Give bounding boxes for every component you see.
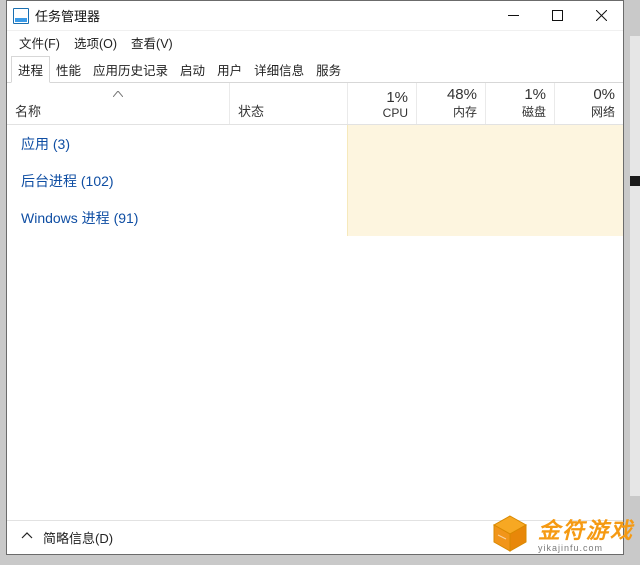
col-header-disk[interactable]: 1% 磁盘	[485, 83, 554, 124]
tab-app-history[interactable]: 应用历史记录	[87, 57, 174, 82]
group-apps[interactable]: 应用 (3)	[7, 125, 623, 162]
task-manager-window: 任务管理器 文件(F) 选项(O) 查看(V) 进程 性能 应用历史记录 启动 …	[6, 0, 624, 555]
table-body[interactable]: 应用 (3) 后台进程 (102) Windows 进程 (91)	[7, 125, 623, 520]
close-button[interactable]	[579, 1, 623, 31]
network-usage-value: 0%	[563, 86, 615, 103]
maximize-icon	[552, 10, 563, 21]
menu-file[interactable]: 文件(F)	[15, 32, 64, 53]
col-header-memory[interactable]: 48% 内存	[416, 83, 485, 124]
tab-processes[interactable]: 进程	[11, 56, 50, 83]
titlebar[interactable]: 任务管理器	[7, 1, 623, 31]
group-label: Windows 进程 (91)	[7, 208, 229, 228]
maximize-button[interactable]	[535, 1, 579, 31]
group-background[interactable]: 后台进程 (102)	[7, 162, 623, 199]
col-header-network[interactable]: 0% 网络	[554, 83, 623, 124]
tabbar: 进程 性能 应用历史记录 启动 用户 详细信息 服务	[7, 53, 623, 83]
menubar: 文件(F) 选项(O) 查看(V)	[7, 31, 623, 53]
group-label: 应用 (3)	[7, 134, 229, 154]
chevron-up-icon	[21, 530, 33, 545]
minimize-icon	[508, 10, 519, 21]
group-label: 后台进程 (102)	[7, 171, 229, 191]
table-header-row: 名称 状态 1% CPU 48% 内存 1% 磁盘 0% 网络	[7, 83, 623, 125]
tab-details[interactable]: 详细信息	[248, 57, 310, 82]
close-icon	[596, 10, 607, 21]
group-windows[interactable]: Windows 进程 (91)	[7, 199, 623, 236]
memory-usage-value: 48%	[425, 86, 477, 103]
col-header-status[interactable]: 状态	[229, 83, 347, 124]
cpu-usage-value: 1%	[356, 89, 408, 106]
footer: 简略信息(D)	[7, 520, 623, 554]
process-table: 名称 状态 1% CPU 48% 内存 1% 磁盘 0% 网络	[7, 83, 623, 520]
minimize-button[interactable]	[491, 1, 535, 31]
disk-label: 磁盘	[494, 103, 546, 120]
app-icon	[13, 8, 29, 24]
tab-startup[interactable]: 启动	[174, 57, 211, 82]
cpu-label: CPU	[356, 106, 408, 120]
network-label: 网络	[563, 103, 615, 120]
disk-usage-value: 1%	[494, 86, 546, 103]
col-header-cpu[interactable]: 1% CPU	[347, 83, 416, 124]
sort-indicator-icon	[113, 86, 123, 100]
col-header-name[interactable]: 名称	[7, 83, 229, 124]
tab-performance[interactable]: 性能	[50, 57, 87, 82]
tab-users[interactable]: 用户	[211, 57, 248, 82]
menu-options[interactable]: 选项(O)	[70, 32, 121, 53]
memory-label: 内存	[425, 103, 477, 120]
col-status-label: 状态	[238, 101, 339, 120]
fewer-details-button[interactable]: 简略信息(D)	[43, 528, 113, 547]
menu-view[interactable]: 查看(V)	[127, 32, 177, 53]
window-title: 任务管理器	[35, 6, 100, 25]
tab-services[interactable]: 服务	[310, 57, 347, 82]
col-name-label: 名称	[15, 101, 221, 120]
